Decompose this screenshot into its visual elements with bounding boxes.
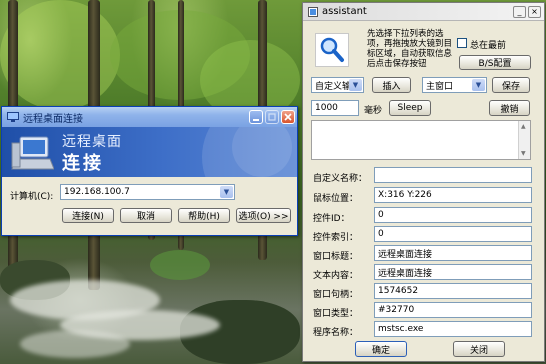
ok-button[interactable]: 确定 — [355, 341, 407, 357]
always-on-top-label: 总在最前 — [470, 41, 507, 51]
sleep-button[interactable]: Sleep — [389, 100, 431, 116]
delay-input[interactable]: 1000 — [311, 100, 359, 116]
monitor-icon — [7, 111, 19, 122]
minimize-button[interactable]: _ — [513, 6, 526, 18]
rdp-banner: 远程桌面 连接 — [2, 127, 297, 177]
text-content-field[interactable]: 远程桌面连接 — [374, 264, 532, 280]
computer-combobox[interactable]: 192.168.100.7 ▼ — [60, 184, 235, 200]
text-content-label: 文本内容： — [313, 271, 359, 281]
undo-button[interactable]: 撤销 — [489, 100, 530, 116]
save-button[interactable]: 保存 — [492, 77, 530, 93]
minimize-icon — [253, 119, 259, 121]
program-name-field[interactable]: mstsc.exe — [374, 321, 532, 337]
magnifier-icon — [320, 37, 344, 62]
foliage — [0, 0, 120, 110]
control-index-label: 控件索引： — [313, 233, 359, 243]
computer-label: 计算机(C): — [10, 192, 54, 202]
mouse-position-label: 鼠标位置： — [313, 194, 359, 204]
custom-name-label: 自定义名称： — [313, 174, 368, 184]
textarea-scrollbar[interactable]: ▲ ▼ — [518, 121, 530, 159]
help-button[interactable]: 帮助(H) — [178, 208, 230, 223]
rdp-titlebar[interactable]: 远程桌面连接 — [2, 107, 297, 127]
banner-line-1: 远程桌面 — [62, 134, 122, 150]
mode-select-value: 自定义输 — [315, 81, 352, 92]
stream — [20, 330, 130, 358]
rdp-close-button[interactable] — [281, 110, 295, 124]
chevron-down-icon[interactable]: ▼ — [472, 79, 485, 91]
remote-desktop-window: 远程桌面连接 远程桌面 连接 计算机(C): 192.168.100.7 ▼ 连… — [1, 106, 298, 236]
computer-value: 192.168.100.7 — [64, 187, 130, 197]
custom-name-field[interactable] — [374, 167, 532, 183]
control-id-label: 控件ID： — [313, 214, 350, 224]
assistant-titlebar[interactable]: assistant _ × — [303, 3, 544, 21]
chevron-down-icon[interactable]: ▼ — [220, 186, 233, 198]
instruction-text: 先选择下拉列表的选项，再拖拽放大镜到目标区域，自动获取信息后点击保存按钮 — [367, 29, 453, 69]
rdp-maximize-button[interactable] — [265, 110, 279, 124]
window-select-value: 主窗口 — [426, 81, 454, 92]
control-index-field[interactable]: 0 — [374, 226, 532, 242]
connect-button[interactable]: 连接(N) — [62, 208, 114, 223]
scroll-up-icon[interactable]: ▲ — [521, 123, 526, 130]
close-window-button[interactable]: × — [528, 6, 541, 18]
chevron-down-icon[interactable]: ▼ — [349, 79, 362, 91]
bs-config-button[interactable]: B/S配置 — [459, 55, 531, 70]
window-class-field[interactable]: #32770 — [374, 302, 532, 318]
window-title: assistant — [322, 6, 367, 17]
always-on-top-checkbox[interactable] — [457, 38, 467, 48]
insert-button[interactable]: 插入 — [372, 77, 411, 93]
close-button[interactable]: 关闭 — [453, 341, 505, 357]
rdp-minimize-button[interactable] — [249, 110, 263, 124]
control-id-field[interactable]: 0 — [374, 207, 532, 223]
mouse-position-field[interactable]: X:316 Y:226 — [374, 187, 532, 203]
grass — [150, 250, 210, 280]
cancel-button[interactable]: 取消 — [120, 208, 172, 223]
computer-icon — [11, 136, 54, 170]
program-name-label: 程序名称： — [313, 328, 359, 338]
scroll-down-icon[interactable]: ▼ — [521, 150, 526, 157]
window-title-field[interactable]: 远程桌面连接 — [374, 245, 532, 261]
window-handle-field[interactable]: 1574652 — [374, 283, 532, 299]
script-textarea[interactable]: ▲ ▼ — [311, 120, 531, 160]
banner-line-2: 连接 — [62, 153, 104, 174]
assistant-window: assistant _ × 先选择下拉列表的选项，再拖拽放大镜到目标区域，自动获… — [302, 2, 545, 362]
window-handle-label: 窗口句柄： — [313, 290, 359, 300]
rdp-window-title: 远程桌面连接 — [23, 113, 83, 125]
window-title-label: 窗口标题： — [313, 252, 359, 262]
window-class-label: 窗口类型： — [313, 309, 359, 319]
window-select[interactable]: 主窗口 ▼ — [422, 77, 487, 93]
app-icon — [308, 6, 318, 17]
magnifier-drag-target[interactable] — [315, 33, 349, 67]
options-button[interactable]: 选项(O) >> — [236, 208, 291, 223]
ms-label: 毫秒 — [364, 106, 383, 116]
close-icon — [284, 113, 292, 121]
mode-select[interactable]: 自定义输 ▼ — [311, 77, 364, 93]
maximize-icon — [268, 113, 276, 121]
